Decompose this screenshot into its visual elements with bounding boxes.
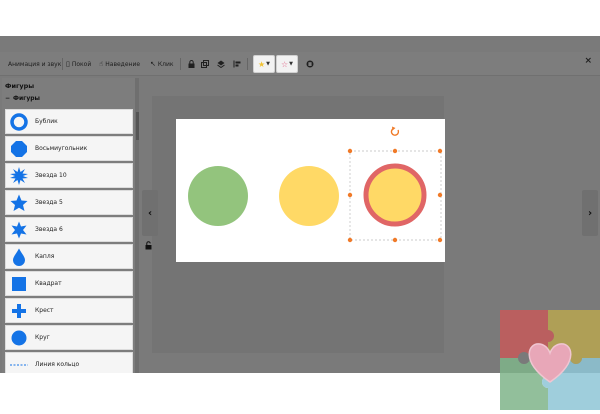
toolbar-divider [62,58,63,70]
shape-item-line-ring[interactable]: Линия кольцо [5,352,133,373]
square-icon [6,271,31,296]
panel-scroll-thumb[interactable] [136,112,139,140]
shape-item-square[interactable]: Квадрат [5,271,133,296]
shape-label: Крест [35,307,54,314]
chevron-down-icon: ▼ [266,61,271,67]
shape-label: Звезда 6 [35,226,63,233]
line-ring-icon [6,352,31,373]
shape-label: Капля [35,253,55,260]
shape-label: Звезда 5 [35,199,63,206]
lock-icon[interactable] [185,57,197,71]
shapes-panel: Фигуры − Фигуры Бублик Восьмиугольник Зв… [2,78,139,373]
collapse-icon: − [5,95,11,102]
collapse-panel-handle[interactable]: ‹ [142,190,158,236]
shape-label: Бублик [35,118,58,125]
star-filled-icon: ★ [257,59,266,69]
star6-icon [6,217,31,242]
shape-label: Восьмиугольник [35,145,88,152]
hover-label: Наведение [105,60,141,68]
puzzle-logo [500,304,600,410]
chevron-right-icon: › [587,207,593,219]
drop-icon [6,244,31,269]
star-outline-icon: ☆ [280,59,289,69]
shape-item-star6[interactable]: Звезда 6 [5,217,133,242]
click-label: Клик [157,60,174,68]
shape-item-cross[interactable]: Крест [5,298,133,323]
shape-label: Звезда 10 [35,172,67,179]
shape-item-drop[interactable]: Капля [5,244,133,269]
star5-icon [6,190,31,215]
align-icon[interactable] [231,57,243,71]
shapes-section-header[interactable]: − Фигуры [5,95,40,102]
hand-icon: ☝ [99,60,104,68]
rest-state-button[interactable]: ▯ Покой [66,57,91,71]
layers-icon[interactable] [215,57,227,71]
shape-label: Линия кольцо [35,361,80,368]
toolbar-divider [180,58,181,70]
top-area [0,0,600,36]
yellow-circle-shape[interactable] [279,166,339,226]
rotate-icon[interactable] [390,126,400,136]
octagon-icon [6,136,31,161]
editor-toolbar: Анимация и звук ▯ Покой ☝ Наведение ↖ Кл… [0,52,600,76]
chevron-left-icon: ‹ [147,207,153,219]
section-label: Фигуры [13,95,40,102]
close-button[interactable]: × [584,56,592,66]
favorite-outline-button[interactable]: ☆ ▼ [276,55,298,73]
shape-item-octagon[interactable]: Восьмиугольник [5,136,133,161]
shape-item-star5[interactable]: Звезда 5 [5,190,133,215]
favorite-filled-button[interactable]: ★ ▼ [253,55,275,73]
copy-icon[interactable] [199,57,211,71]
circle-icon [6,325,31,350]
star10-icon [6,163,31,188]
animation-sound-button[interactable]: Анимация и звук [8,57,61,71]
selected-ring-shape[interactable] [363,163,427,227]
pointer-icon: ↖ [150,60,156,68]
donut-icon [6,109,31,134]
canvas-stage[interactable] [176,119,445,262]
shape-item-donut[interactable]: Бублик [5,109,133,134]
hover-state-button[interactable]: ☝ Наведение [99,57,140,71]
toolbar-divider [247,58,248,70]
rest-label: Покой [71,60,92,68]
unlock-icon[interactable] [145,241,153,252]
rest-icon: ▯ [66,60,70,68]
chevron-down-icon: ▼ [289,61,294,67]
shape-item-circle[interactable]: Круг [5,325,133,350]
shape-label: Квадрат [35,280,62,287]
animation-sound-label: Анимация и звук [8,60,62,68]
expand-panel-handle[interactable]: › [582,190,598,236]
shape-label: Круг [35,334,50,341]
click-state-button[interactable]: ↖ Клик [150,57,174,71]
cross-icon [6,298,31,323]
delete-icon[interactable] [304,57,316,71]
panel-title: Фигуры [5,82,35,90]
green-circle-shape[interactable] [188,166,248,226]
shape-item-star10[interactable]: Звезда 10 [5,163,133,188]
